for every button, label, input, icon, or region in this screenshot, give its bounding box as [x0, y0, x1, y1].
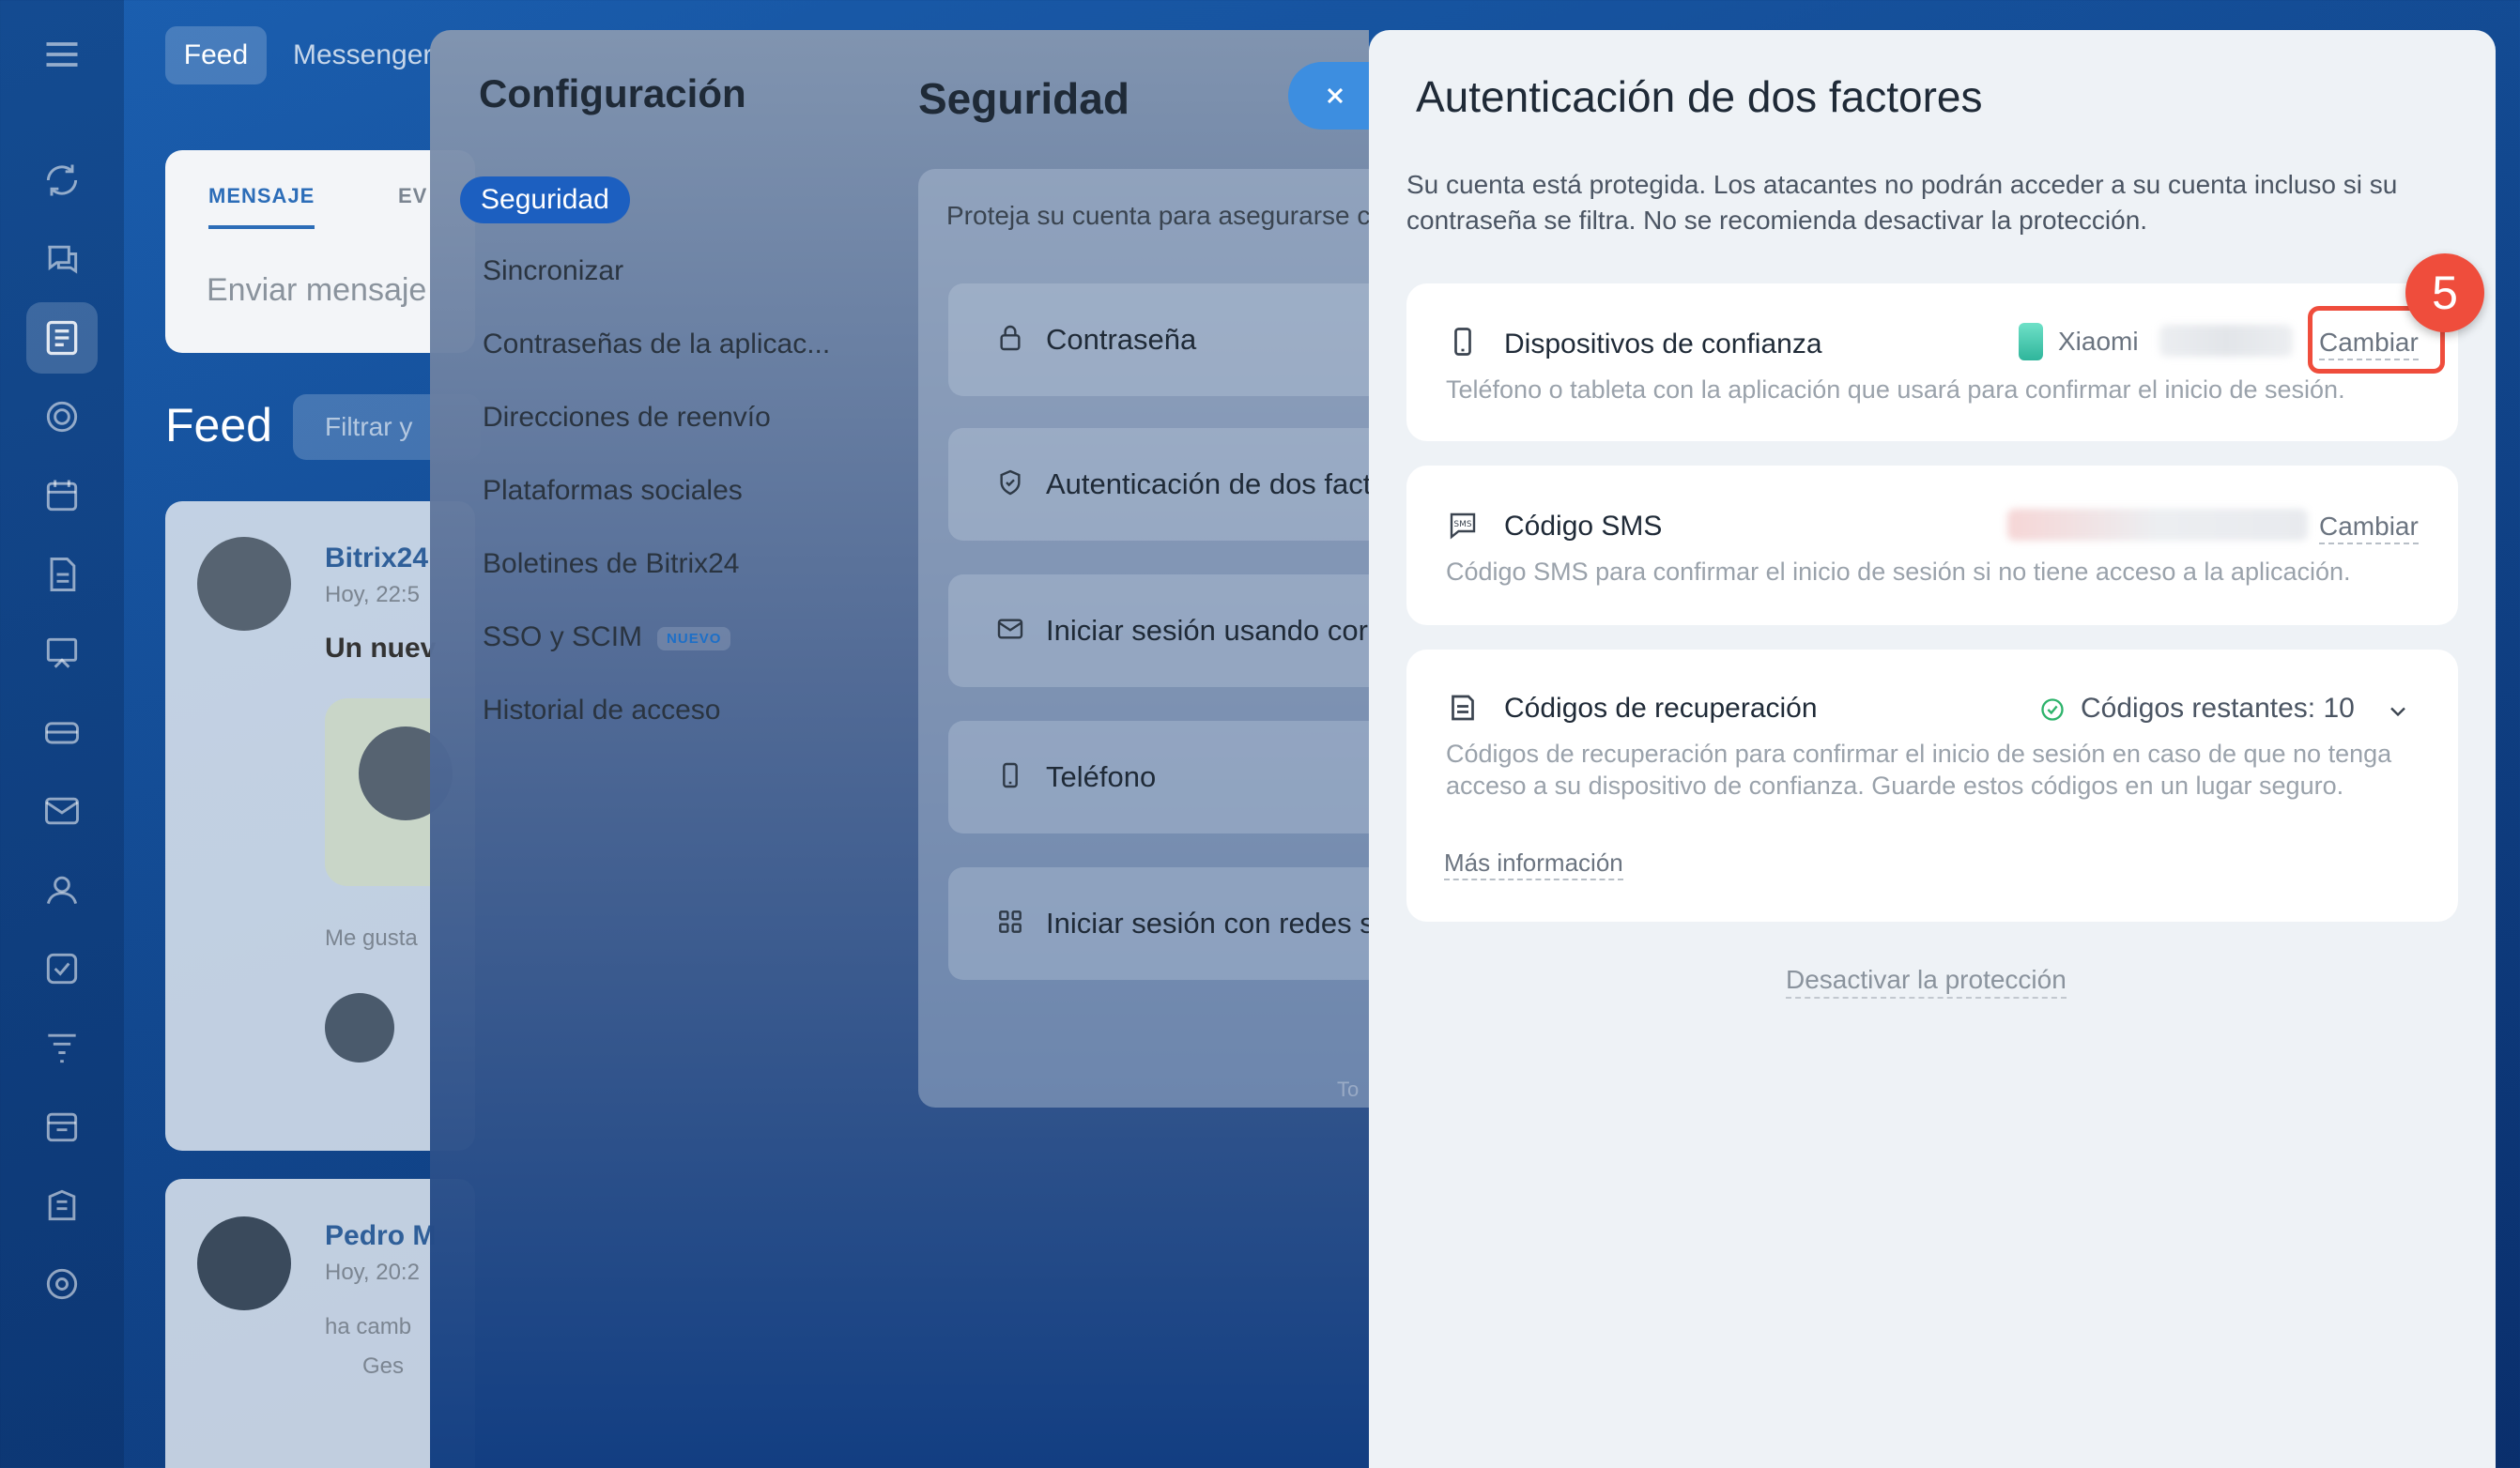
sms-card: SMS Código SMS Código SMS para confirmar…	[1406, 466, 2458, 625]
avatar	[197, 1216, 291, 1310]
settings-nav-access-history[interactable]: Historial de acceso	[483, 695, 720, 726]
more-info-link[interactable]: Más información	[1444, 847, 1623, 880]
tasks-icon[interactable]	[41, 948, 83, 989]
step-number-badge: 5	[2405, 253, 2484, 332]
security-title: Seguridad	[918, 74, 1129, 123]
trusted-devices-description: Teléfono o tableta con la aplicación que…	[1446, 375, 2345, 404]
settings-nav-forwarding[interactable]: Direcciones de reenvío	[483, 402, 771, 434]
mail-icon[interactable]	[41, 790, 83, 832]
hamburger-menu-icon[interactable]	[41, 34, 83, 75]
post-author[interactable]: Pedro M	[325, 1220, 436, 1252]
phone-icon	[1446, 325, 1480, 359]
settings-nav-sso-label: SSO y SCIM	[483, 621, 643, 652]
inbox-icon[interactable]	[41, 711, 83, 753]
grid-icon	[995, 907, 1025, 937]
svg-text:SMS: SMS	[1453, 520, 1471, 529]
board-icon[interactable]	[41, 633, 83, 674]
left-sidebar	[0, 0, 124, 1468]
trusted-devices-title: Dispositivos de confianza	[1504, 329, 1822, 359]
security-row-label: Contraseña	[1046, 323, 1197, 356]
security-description: Proteja su cuenta para asegurarse c	[946, 201, 1371, 230]
settings-nav-seguridad[interactable]: Seguridad	[460, 176, 630, 223]
contacts-icon[interactable]	[41, 869, 83, 910]
document-icon	[1446, 691, 1480, 725]
recovery-codes-description: Códigos de recuperación para confirmar e…	[1446, 740, 2392, 800]
feed-post: Bitrix24 Hoy, 22:5 Un nuev Me gusta	[165, 501, 475, 1151]
deactivate-protection-link[interactable]: Desactivar la protección	[1786, 963, 2067, 999]
security-row-2fa[interactable]: Autenticación de dos fact	[948, 428, 1390, 541]
recovery-codes-card: Códigos de recuperación Códigos de recup…	[1406, 650, 2458, 922]
post-text: ha camb	[325, 1314, 412, 1339]
settings-nav-social[interactable]: Plataformas sociales	[483, 475, 743, 507]
calendar-icon[interactable]	[41, 475, 83, 516]
post-extra: Ges	[362, 1353, 405, 1379]
composer-input[interactable]: Enviar mensaje	[207, 272, 426, 309]
envelope-icon	[995, 614, 1025, 644]
groups-icon[interactable]	[41, 396, 83, 437]
settings-nav-app-passwords[interactable]: Contraseñas de la aplicac...	[483, 329, 830, 360]
phone-icon	[995, 760, 1025, 790]
settings-nav-sso[interactable]: SSO y SCIM NUEVO	[483, 621, 731, 653]
check-circle-icon	[2039, 696, 2066, 723]
chat-icon[interactable]	[41, 238, 83, 280]
activity-icon[interactable]	[41, 160, 83, 201]
device-phone-icon	[2019, 323, 2043, 360]
composer-tab-mensaje[interactable]: MENSAJE	[208, 184, 315, 229]
feed-nav-icon[interactable]	[26, 302, 98, 374]
security-row-label: Iniciar sesión con redes s	[1046, 907, 1375, 940]
panel-title: Autenticación de dos factores	[1416, 72, 1983, 121]
settings-nav-sincronizar[interactable]: Sincronizar	[483, 255, 623, 287]
new-badge: NUEVO	[657, 626, 731, 650]
post-text: Un nuev	[325, 633, 437, 664]
device-name: Xiaomi	[2058, 327, 2139, 356]
feed-post: Pedro M Hoy, 20:2 ha camb Ges	[165, 1179, 475, 1468]
security-footer-text: To	[1337, 1078, 1360, 1101]
like-button[interactable]: Me gusta	[325, 925, 418, 952]
post-time: Hoy, 20:2	[325, 1260, 420, 1285]
settings-nav-newsletters[interactable]: Boletines de Bitrix24	[483, 548, 740, 580]
target-icon[interactable]	[41, 1263, 83, 1305]
close-button[interactable]	[1288, 62, 1382, 130]
top-tab-messenger[interactable]: Messenger	[293, 26, 432, 84]
company-icon[interactable]	[41, 1185, 83, 1226]
security-row-phone[interactable]: Teléfono	[948, 721, 1390, 833]
post-author[interactable]: Bitrix24	[325, 543, 428, 574]
planner-icon[interactable]	[41, 1106, 83, 1147]
codes-remaining-count: Códigos restantes: 10	[2081, 693, 2355, 724]
redacted-device-model	[2159, 325, 2293, 357]
avatar	[197, 537, 291, 631]
avatar	[325, 993, 394, 1063]
security-row-email-login[interactable]: Iniciar sesión usando corr	[948, 574, 1390, 687]
sms-title: Código SMS	[1504, 511, 1663, 542]
close-icon	[1322, 83, 1348, 109]
top-tab-feed[interactable]: Feed	[165, 26, 267, 84]
security-row-label: Iniciar sesión usando corr	[1046, 614, 1378, 647]
settings-title: Configuración	[479, 71, 746, 115]
shield-icon	[995, 467, 1025, 497]
security-row-label: Teléfono	[1046, 760, 1157, 793]
panel-description: Su cuenta está protegida. Los atacantes …	[1406, 170, 2398, 235]
recovery-codes-title: Códigos de recuperación	[1504, 693, 1818, 724]
trusted-devices-card: Dispositivos de confianza Teléfono o tab…	[1406, 283, 2458, 441]
filter-funnel-icon[interactable]	[41, 1027, 83, 1068]
sms-icon: SMS	[1446, 509, 1480, 543]
security-row-label: Autenticación de dos fact	[1046, 467, 1372, 500]
security-row-social-login[interactable]: Iniciar sesión con redes s	[948, 867, 1390, 980]
composer-tab-events[interactable]: EV	[398, 184, 427, 208]
lock-icon	[995, 323, 1025, 353]
feed-title: Feed	[165, 399, 272, 451]
redacted-phone-number	[2007, 509, 2308, 541]
document-icon[interactable]	[41, 554, 83, 595]
change-sms-button[interactable]: Cambiar	[2319, 511, 2419, 544]
post-time: Hoy, 22:5	[325, 582, 420, 607]
security-row-password[interactable]: Contraseña	[948, 283, 1390, 396]
composer-card: MENSAJE EV Enviar mensaje	[165, 150, 475, 353]
sms-description: Código SMS para confirmar el inicio de s…	[1446, 558, 2351, 586]
chevron-down-icon[interactable]	[2385, 698, 2411, 725]
